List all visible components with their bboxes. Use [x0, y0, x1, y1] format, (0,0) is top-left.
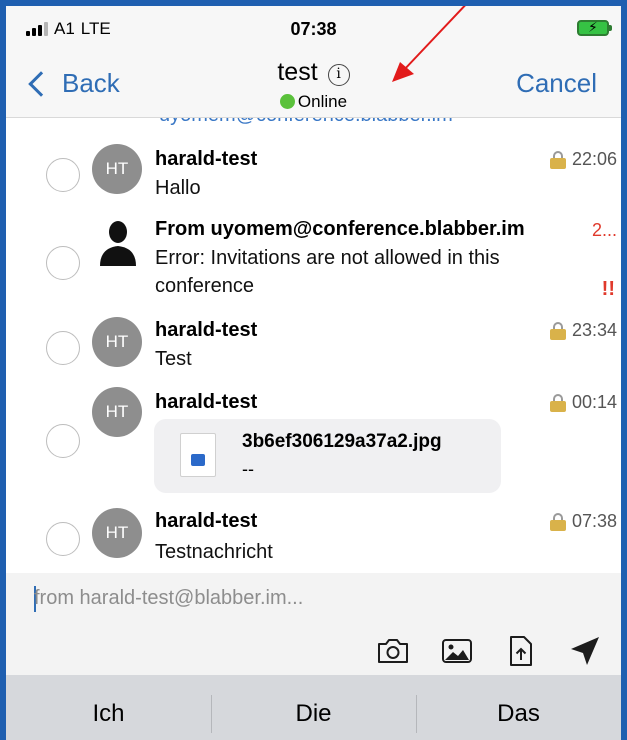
status-time: 07:38 — [290, 19, 337, 39]
message-body: Hallo — [155, 177, 201, 199]
lock-icon — [549, 150, 566, 169]
chat-title-text: test — [277, 58, 318, 86]
file-size: -- — [242, 459, 254, 479]
presence-label: Online — [297, 92, 348, 111]
document-icon — [180, 433, 216, 477]
message-time-group: 22:06 — [549, 149, 617, 170]
message-time: 2... — [591, 220, 617, 240]
message-sender: harald-test — [155, 319, 258, 341]
message-sender: From uyomem@conference.blabber.im — [155, 218, 525, 240]
message-time-group: 23:34 — [549, 320, 617, 341]
person-icon — [100, 221, 136, 266]
cancel-button[interactable]: Cancel — [516, 68, 597, 99]
image-icon[interactable] — [437, 633, 477, 669]
message-time-group: 00:14 — [549, 392, 617, 413]
file-attachment-card[interactable]: 3b6ef306129a37a2.jpg -- — [154, 419, 501, 493]
partial-message-text: uyomem@conference.blabber.im — [159, 118, 453, 127]
send-icon[interactable] — [565, 633, 605, 669]
nav-bar: Back test i Online Cancel — [6, 50, 621, 118]
avatar: HT — [92, 508, 142, 558]
select-radio[interactable] — [46, 331, 80, 365]
message-sender: harald-test — [155, 391, 258, 413]
error-text-line: Error: Invitations are not allowed in th… — [155, 247, 500, 269]
charging-bolt-icon: ⚡ — [588, 19, 598, 35]
battery-icon: ⚡ — [577, 19, 612, 36]
message-time-group: 07:38 — [549, 511, 617, 532]
select-radio[interactable] — [46, 246, 80, 280]
message-row[interactable]: HT harald-test Test 23:34 — [6, 311, 621, 381]
screen: A1 LTE 07:38 ⚡ Back test i Online Cancel … — [0, 0, 627, 740]
online-dot-icon — [279, 94, 295, 109]
message-sender: harald-test — [155, 148, 258, 170]
message-body: Error: Invitations are not allowed in th… — [155, 244, 500, 300]
composer-tools — [373, 633, 605, 669]
lock-icon — [549, 393, 566, 412]
suggestion-die[interactable]: Die — [211, 675, 416, 740]
lock-icon — [549, 321, 566, 340]
message-body: Test — [155, 348, 192, 370]
message-row-attachment[interactable]: HT harald-test 00:14 3b6ef306129a37a2.jp… — [6, 383, 621, 501]
message-time: 22:06 — [571, 149, 617, 169]
message-time: 07:38 — [571, 511, 617, 531]
avatar: HT — [92, 144, 142, 194]
message-sender: harald-test — [155, 510, 258, 532]
message-input[interactable]: from harald-test@blabber.im... — [34, 587, 303, 610]
message-time: 23:34 — [571, 320, 617, 340]
error-mark: !! — [601, 278, 615, 300]
file-upload-icon[interactable] — [501, 633, 541, 669]
select-radio[interactable] — [46, 158, 80, 192]
select-radio[interactable] — [46, 424, 80, 458]
info-icon[interactable]: i — [327, 64, 350, 86]
message-row[interactable]: HT harald-test Hallo 22:06 — [6, 140, 621, 210]
annotation-arrow-icon — [392, 6, 466, 82]
message-composer: from harald-test@blabber.im... — [6, 573, 621, 675]
suggestion-das[interactable]: Das — [416, 675, 621, 740]
message-row[interactable]: HT harald-test Testnachricht 07:38 — [6, 502, 621, 572]
message-row-error[interactable]: From uyomem@conference.blabber.im Error:… — [6, 210, 621, 310]
file-name: 3b6ef306129a37a2.jpg — [242, 431, 442, 452]
lock-icon — [549, 512, 566, 531]
message-list[interactable]: uyomem@conference.blabber.im HT harald-t… — [6, 118, 621, 573]
camera-icon[interactable] — [373, 633, 413, 669]
message-time: 00:14 — [571, 392, 617, 412]
avatar: HT — [92, 317, 142, 367]
error-text-line: conference — [155, 275, 254, 297]
suggestion-ich[interactable]: Ich — [6, 675, 211, 740]
keyboard-suggestion-bar: Ich Die Das — [6, 675, 621, 740]
select-radio[interactable] — [46, 522, 80, 556]
status-bar: A1 LTE 07:38 ⚡ — [6, 6, 621, 50]
avatar: HT — [92, 387, 142, 437]
message-body: Testnachricht — [155, 541, 273, 563]
